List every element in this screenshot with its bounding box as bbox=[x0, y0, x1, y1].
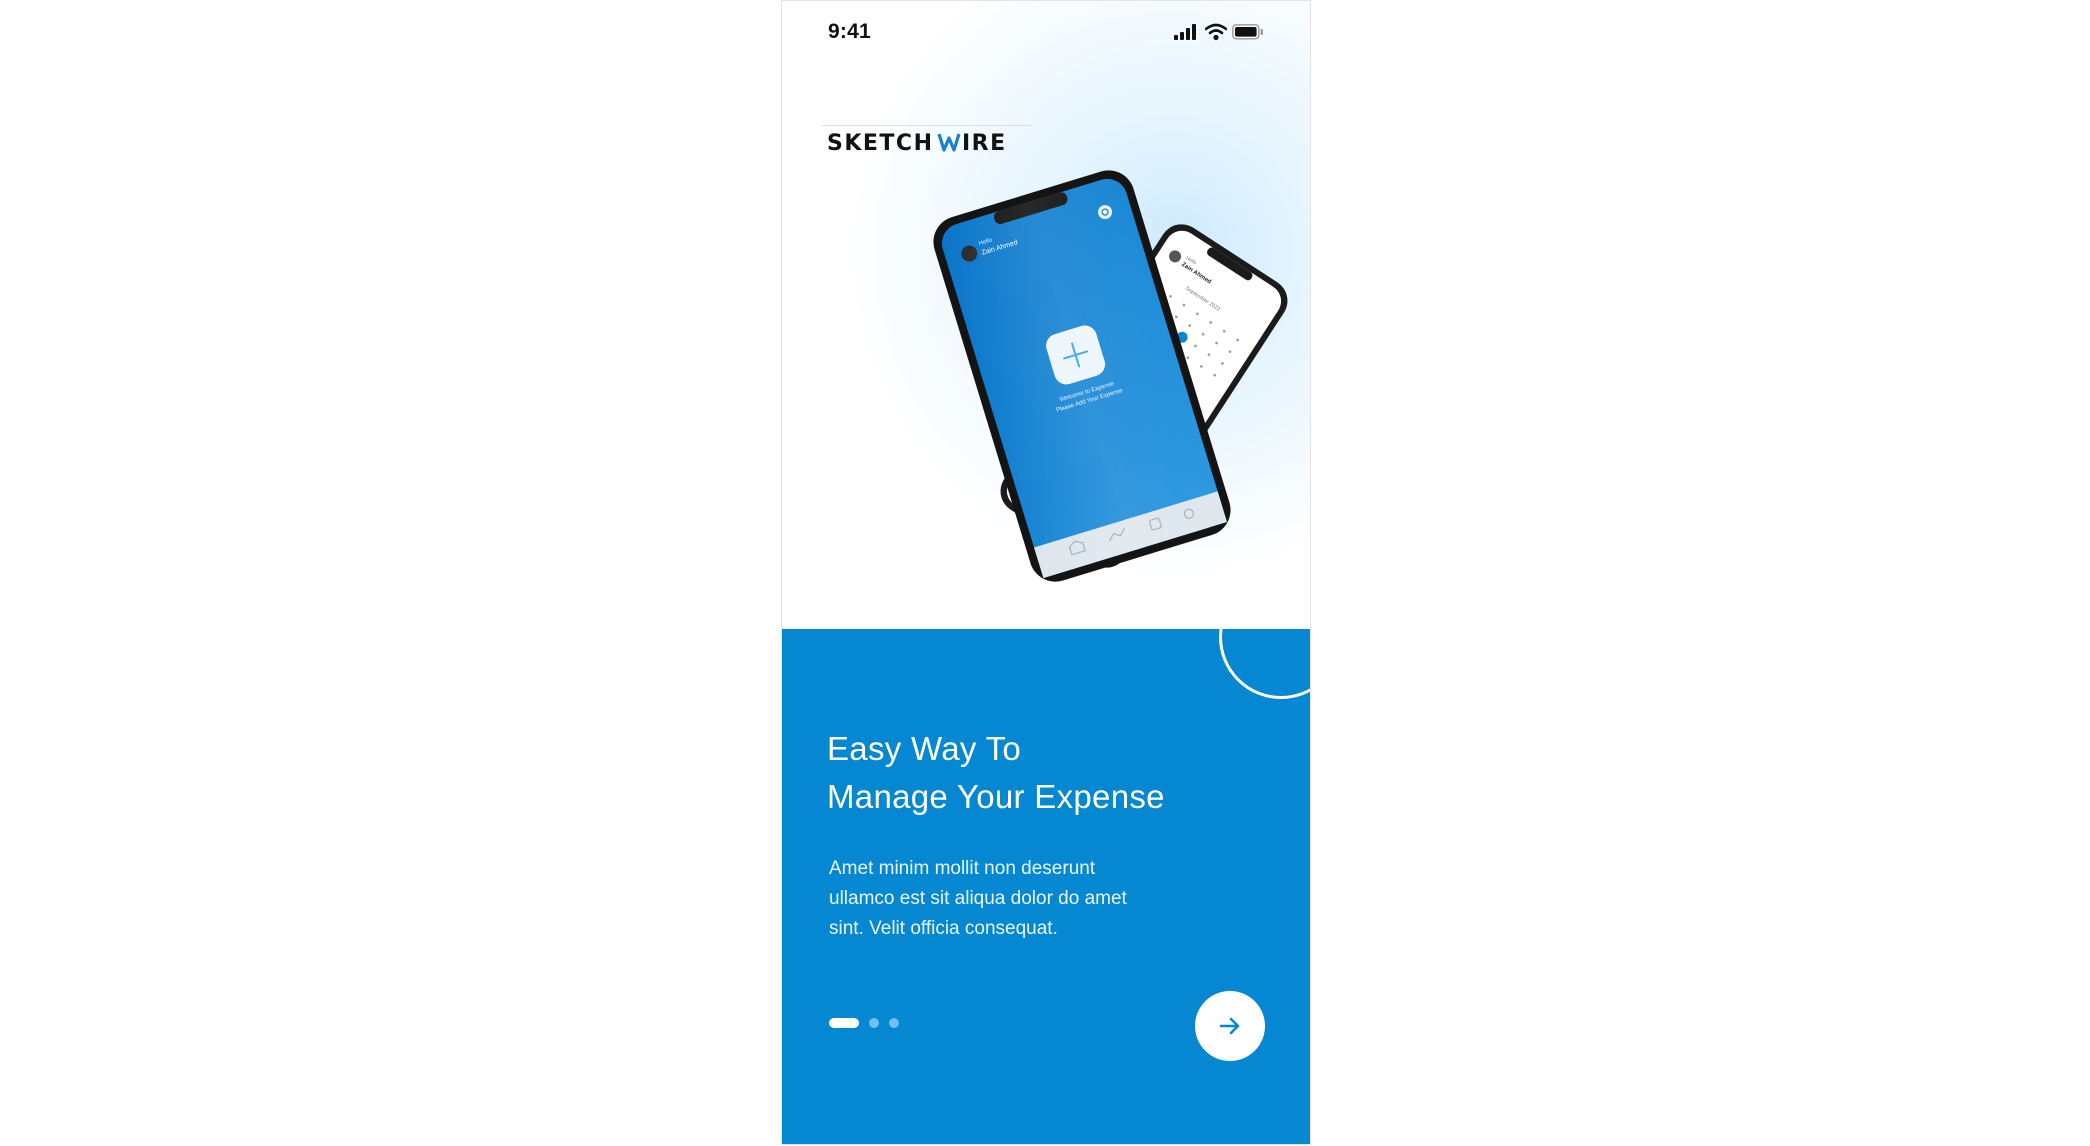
page-dot-2[interactable] bbox=[869, 1018, 879, 1028]
arrow-right-icon bbox=[1217, 1013, 1243, 1039]
title-line-1: Easy Way To bbox=[827, 730, 1022, 767]
page-dot-1[interactable] bbox=[829, 1018, 859, 1028]
title-line-2: Manage Your Expense bbox=[827, 778, 1165, 815]
page-dot-3[interactable] bbox=[889, 1018, 899, 1028]
phone-mockups: Hello Zain Ahmed September 2022 Hello Za… bbox=[933, 170, 1288, 582]
onboarding-title: Easy Way To Manage Your Expense bbox=[827, 725, 1267, 821]
onboarding-description: Amet minim mollit non deserunt ullamco e… bbox=[829, 858, 1127, 939]
next-button[interactable] bbox=[1195, 991, 1265, 1061]
phone-screen: 9:41 SKETCH IRE Hello Zain Ahmed Septemb… bbox=[781, 0, 1311, 1145]
onboarding-panel: Easy Way To Manage Your Expense Amet min… bbox=[782, 575, 1310, 1144]
page-indicator bbox=[829, 1018, 909, 1030]
hero-section: 9:41 SKETCH IRE Hello Zain Ahmed Septemb… bbox=[782, 1, 1310, 629]
